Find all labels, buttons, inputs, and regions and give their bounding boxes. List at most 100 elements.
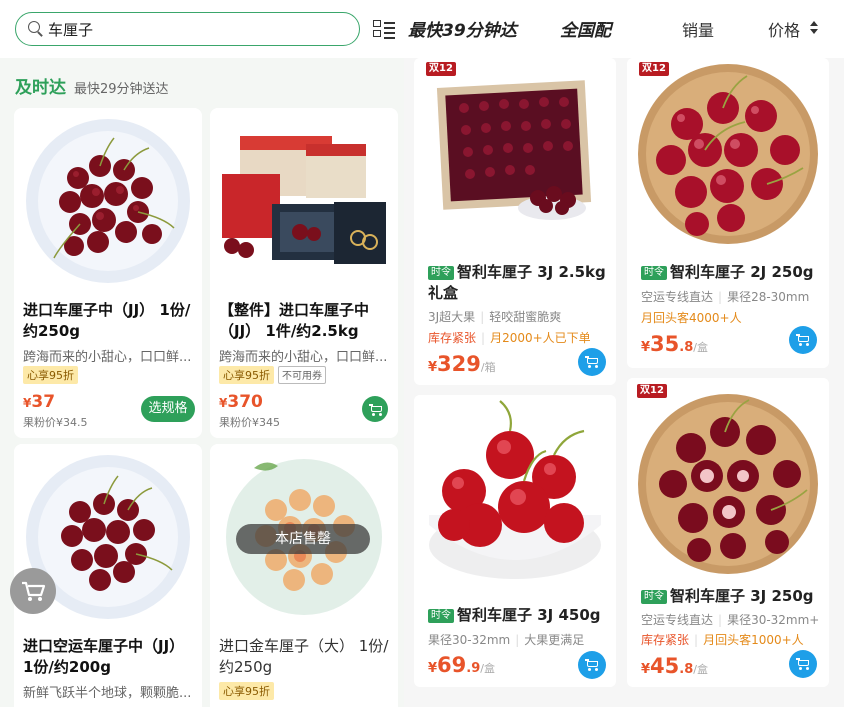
product-stock-line: 库存紧张 | 月2000+人已下单 [428, 331, 591, 345]
product-image [210, 108, 398, 294]
product-name: 【整件】进口车厘子中（JJ） 1件/约2.5kg [219, 301, 370, 340]
floating-cart-button[interactable] [10, 568, 56, 614]
product-stock-line: 月回头客4000+人 [641, 309, 742, 326]
sort-price[interactable]: 价格 [768, 17, 800, 41]
order-count: 月回头客1000+人 [703, 633, 804, 647]
seasonal-tag: 时令 [428, 266, 454, 280]
product-card[interactable]: 进口车厘子中（JJ） 1份/约250g 跨海而来的小甜心，口口鲜... 心享95… [14, 108, 202, 438]
feature-2: 大果更满足 [524, 633, 585, 647]
price-unit: /盒 [693, 663, 708, 676]
add-to-cart-button[interactable] [789, 326, 817, 354]
price-int: 35 [650, 332, 680, 356]
product-stock-line: 库存紧张 | 月回头客1000+人 [641, 633, 804, 647]
search-input[interactable]: 车厘子 [48, 19, 93, 40]
price-unit: /箱 [480, 361, 496, 374]
price-decimal: .8 [679, 340, 694, 355]
cart-icon [22, 581, 46, 601]
cart-icon [585, 356, 599, 368]
product-card[interactable]: 双12 时令 智利车厘子 2J 250g 空运专线直达 | 果径28-30mm 月回头… [627, 58, 829, 368]
double12-badge: 双12 [426, 62, 456, 76]
select-spec-button[interactable]: 选规格 [141, 396, 195, 422]
product-tags: 心享95折 不可用券 [219, 366, 326, 384]
price-value: 370 [227, 392, 263, 412]
price-decimal: .8 [679, 662, 694, 677]
discount-badge: 心享95折 [23, 366, 78, 384]
price-int: 69 [437, 653, 467, 677]
member-price: 果粉价¥345 [219, 416, 280, 429]
add-to-cart-button[interactable] [578, 348, 606, 376]
tab-fast-delivery[interactable]: 最快39分钟达 [408, 16, 517, 41]
product-name: 时令 智利车厘子 3J 250g [641, 586, 825, 607]
price-decimal: .9 [466, 661, 481, 676]
product-price: ¥329/箱 [428, 352, 496, 376]
instant-delivery-panel: 及时达 最快29分钟送达 进口车厘子中（JJ） 1份/约250g 跨海而来的小甜… [0, 58, 404, 707]
product-price: ¥35.8/盒 [641, 332, 708, 356]
price-int: 45 [650, 654, 680, 678]
sort-arrows-icon[interactable] [810, 21, 818, 35]
sort-sales[interactable]: 销量 [682, 17, 714, 41]
product-desc: 跨海而来的小甜心，口口鲜... [219, 350, 388, 365]
product-image [627, 58, 829, 254]
order-count: 月回头客4000+人 [641, 311, 742, 325]
product-image [414, 395, 616, 595]
product-card[interactable]: 本店售罄 进口金车厘子（大） 1份/约250g 心享95折 [210, 444, 398, 707]
product-card[interactable]: 双12 时令 智利车厘子 3J 2.5kg 礼盒 3J超大果 | 轻咬甜蜜脆爽 库存紧… [414, 58, 616, 385]
product-card[interactable]: 时令 智利车厘子 3J 450g 果径30-32mm | 大果更满足 ¥69.9/盒 [414, 395, 616, 687]
price-unit: /盒 [693, 341, 708, 354]
add-to-cart-button[interactable] [578, 651, 606, 679]
page: 车厘子 最快39分钟达 全国配 销量 价格 及时达 最快29分钟送达 进口车厘子… [0, 0, 844, 707]
product-card[interactable]: 双12 时令 智利车厘子 3J 250g 空运专线直达 | 果径30-32mm+ 库存… [627, 378, 829, 687]
add-to-cart-button[interactable] [362, 396, 388, 422]
currency-symbol: ¥ [641, 340, 651, 355]
feature-1: 空运专线直达 [641, 290, 714, 304]
product-name: 进口金车厘子（大） 1份/约250g [219, 637, 389, 676]
price-int: 329 [437, 352, 481, 376]
product-price: ¥45.8/盒 [641, 654, 708, 678]
product-name: 进口空运车厘子中（JJ） 1份/约200g [23, 637, 185, 676]
currency-symbol: ¥ [428, 360, 438, 375]
product-features: 空运专线直达 | 果径28-30mm [641, 290, 810, 304]
seasonal-tag: 时令 [641, 590, 667, 604]
top-bar: 车厘子 最快39分钟达 全国配 销量 价格 [0, 0, 844, 58]
product-name: 时令 智利车厘子 3J 2.5kg 礼盒 [428, 262, 612, 304]
product-image [14, 108, 202, 294]
cart-icon [796, 658, 810, 670]
product-name: 时令 智利车厘子 2J 250g [641, 262, 825, 283]
seasonal-tag: 时令 [641, 266, 667, 280]
cart-icon [369, 404, 383, 416]
double12-badge: 双12 [637, 384, 667, 398]
search-bar[interactable]: 车厘子 [15, 12, 360, 46]
currency-symbol: ¥ [641, 662, 651, 677]
section-header: 及时达 最快29分钟送达 [15, 73, 169, 98]
cart-icon [585, 659, 599, 671]
feature-2: 轻咬甜蜜脆爽 [489, 310, 562, 324]
currency-symbol: ¥ [428, 661, 438, 676]
product-desc: 跨海而来的小甜心，口口鲜... [23, 350, 192, 365]
discount-badge: 心享95折 [219, 366, 274, 384]
product-name: 进口车厘子中（JJ） 1份/约250g [23, 301, 191, 340]
discount-badge: 心享95折 [219, 682, 274, 700]
product-image [627, 378, 829, 578]
product-card[interactable]: 【整件】进口车厘子中（JJ） 1件/约2.5kg 跨海而来的小甜心，口口鲜...… [210, 108, 398, 438]
product-features: 果径30-32mm | 大果更满足 [428, 633, 585, 647]
tab-national-shipping[interactable]: 全国配 [560, 16, 611, 41]
product-title: 智利车厘子 3J 250g [670, 587, 814, 605]
product-price: ¥370 [219, 392, 263, 412]
feature-1: 果径30-32mm [428, 633, 511, 647]
double12-badge: 双12 [639, 62, 669, 76]
list-grid-toggle-icon[interactable] [373, 19, 395, 39]
stock-warning: 库存紧张 [428, 331, 477, 345]
feature-2: 果径30-32mm+ [727, 613, 820, 627]
product-title: 智利车厘子 3J 450g [457, 606, 601, 624]
order-count: 月2000+人已下单 [490, 331, 591, 345]
product-image [414, 58, 616, 254]
product-title: 智利车厘子 2J 250g [670, 263, 814, 281]
product-price: ¥37 [23, 392, 55, 412]
no-coupon-badge: 不可用券 [278, 366, 326, 384]
cart-icon [796, 334, 810, 346]
search-icon [28, 21, 44, 37]
add-to-cart-button[interactable] [789, 650, 817, 678]
product-tags: 心享95折 [219, 682, 274, 700]
product-price: ¥69.9/盒 [428, 653, 495, 677]
product-title: 智利车厘子 3J 2.5kg 礼盒 [428, 263, 606, 302]
